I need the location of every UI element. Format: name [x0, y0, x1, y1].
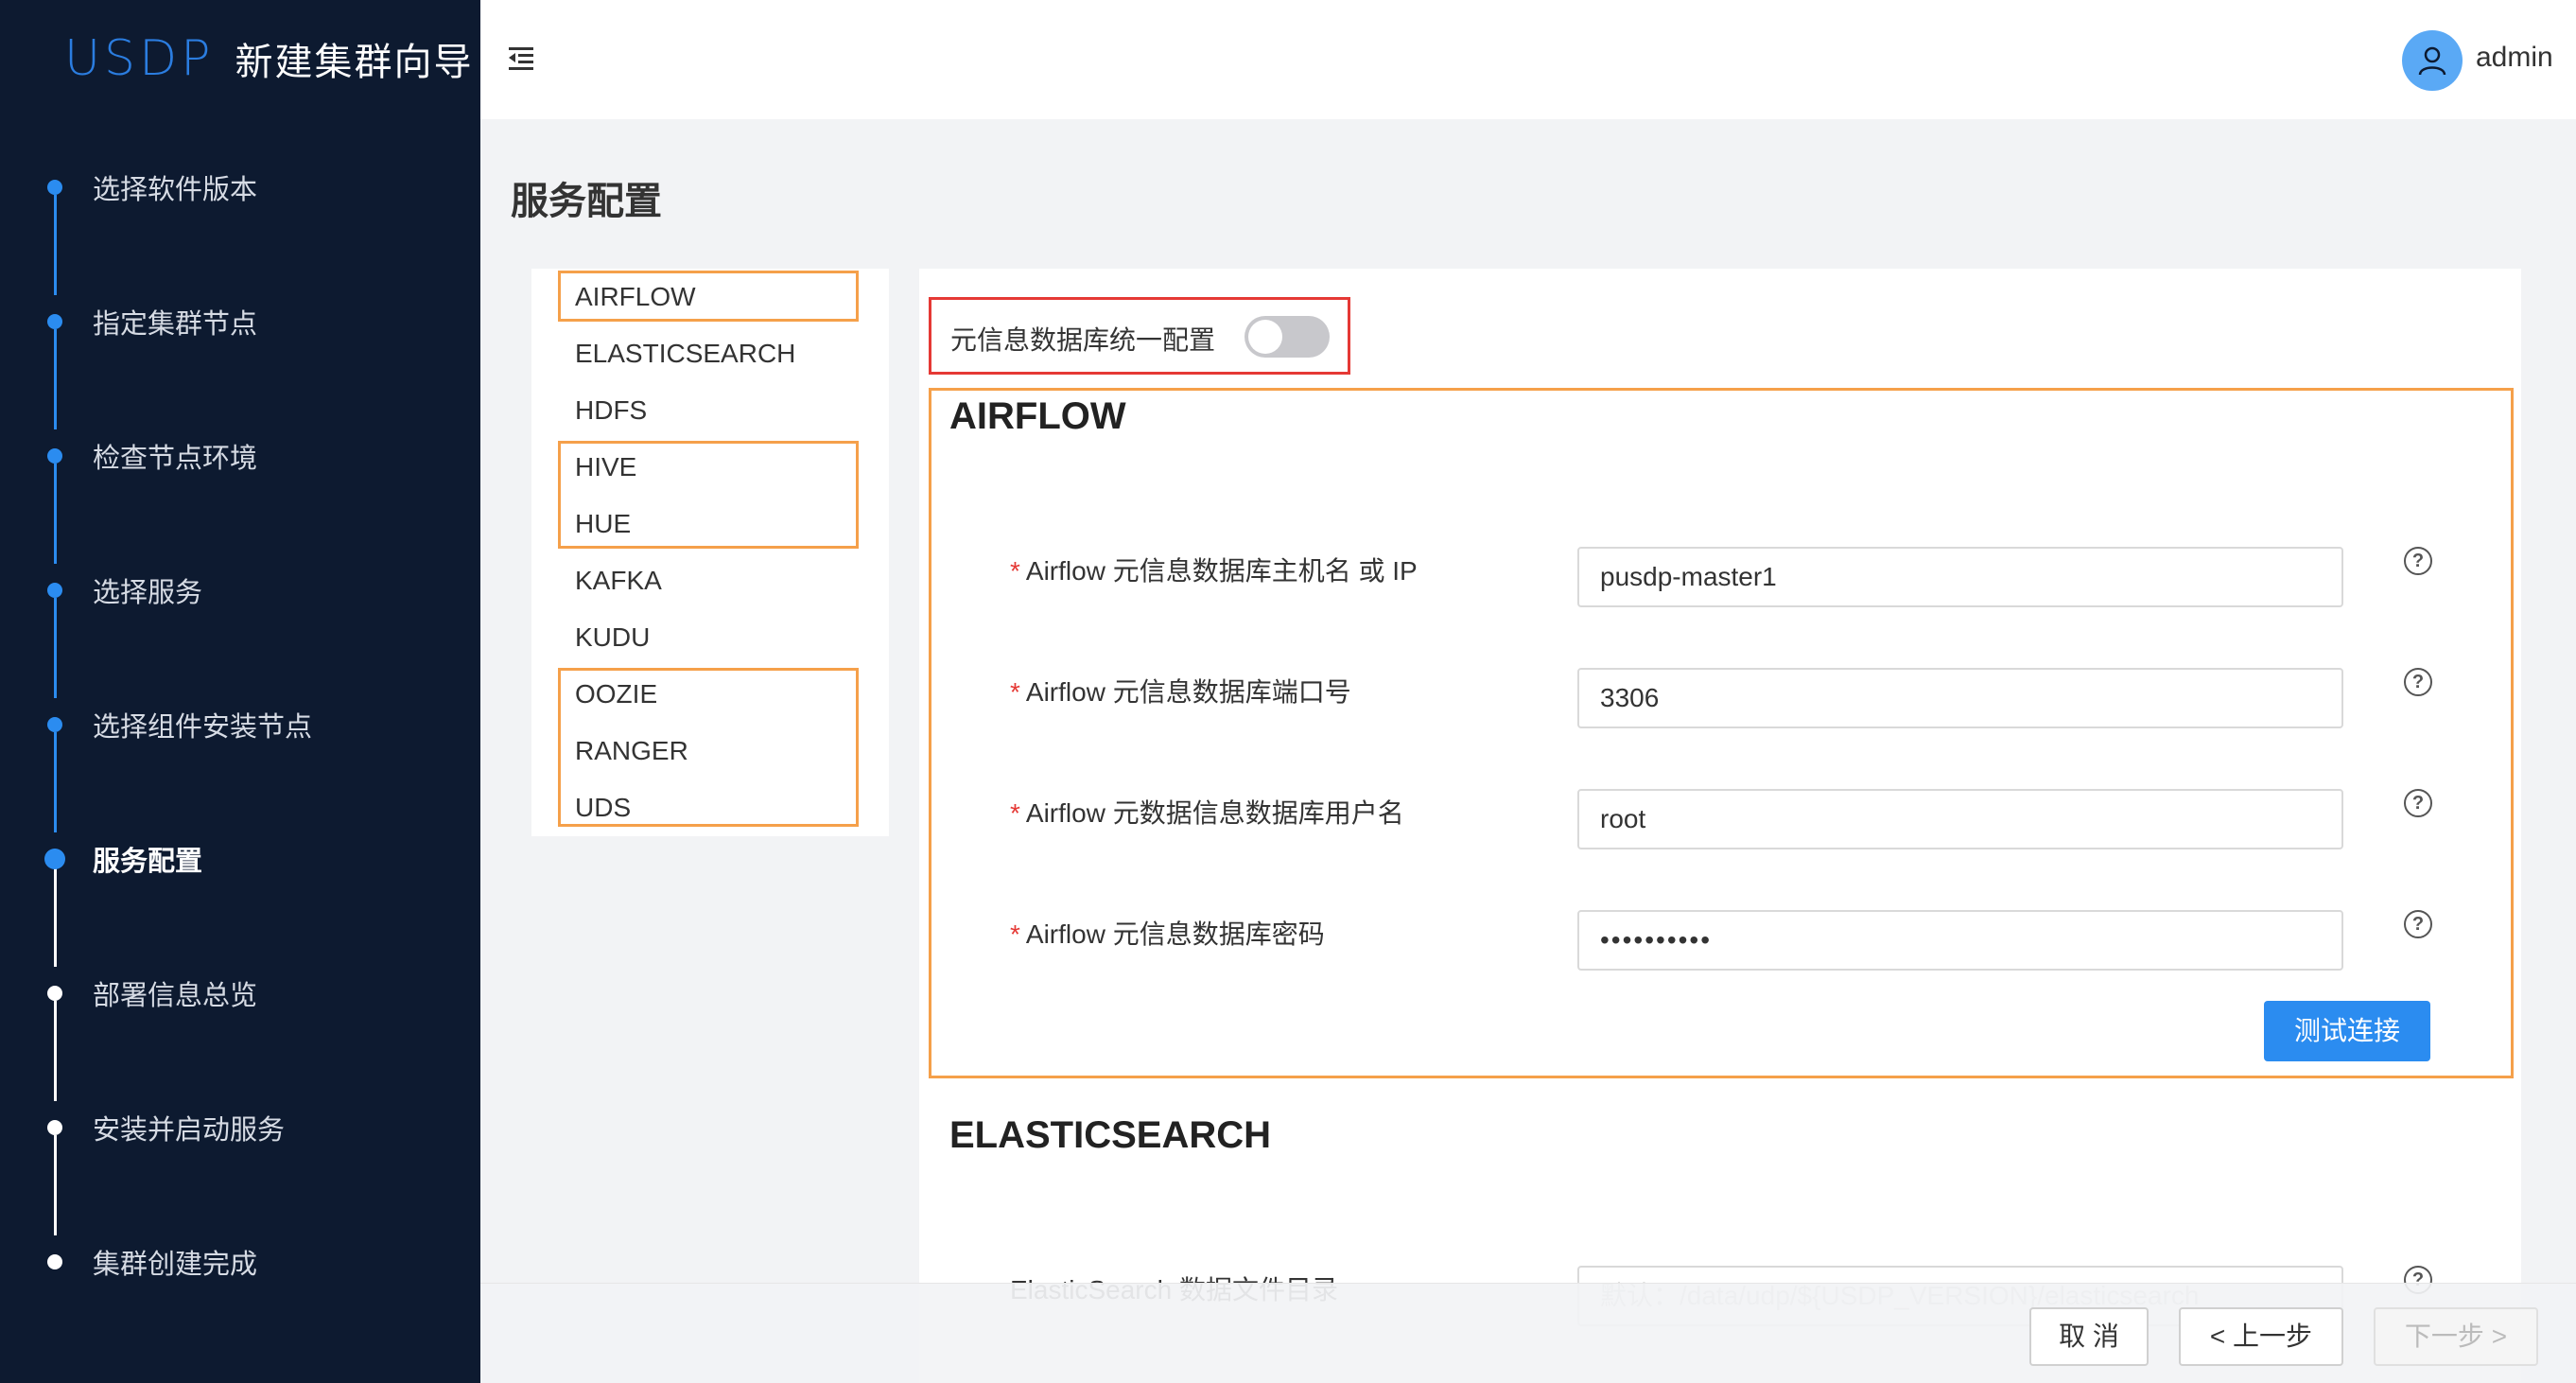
- step-dot-active: [44, 849, 65, 869]
- wizard-step-deploy-overview[interactable]: 部署信息总览: [0, 965, 480, 1022]
- help-icon[interactable]: ?: [2404, 668, 2432, 696]
- step-dot: [47, 986, 62, 1001]
- wizard-step-check-env[interactable]: 检查节点环境: [0, 428, 480, 484]
- highlight-box: [558, 271, 859, 322]
- unified-config-label: 元信息数据库统一配置: [950, 325, 1216, 355]
- unified-config-toggle[interactable]: [1244, 316, 1330, 358]
- sidebar: USDP 新建集群向导 选择软件版本 指定集群节点 检查节点环境 选择服务 选择…: [0, 0, 480, 1383]
- wizard-step-complete[interactable]: 集群创建完成: [0, 1234, 480, 1290]
- cancel-button[interactable]: 取 消: [2029, 1307, 2149, 1366]
- highlight-box: [929, 388, 2514, 1078]
- service-item-kudu[interactable]: KUDU: [575, 622, 650, 653]
- step-dot: [47, 314, 62, 329]
- wizard-step-select-services[interactable]: 选择服务: [0, 562, 480, 619]
- wizard-step-select-version[interactable]: 选择软件版本: [0, 159, 480, 216]
- airflow-db-password-input[interactable]: [1577, 910, 2343, 971]
- field-label: * Airflow 元数据信息数据库用户名: [1010, 798, 1404, 828]
- step-dot: [47, 180, 62, 195]
- wizard-step-install-start[interactable]: 安装并启动服务: [0, 1099, 480, 1156]
- user-icon: [2418, 46, 2446, 76]
- top-header: admin: [480, 0, 2576, 119]
- section-title-airflow: AIRFLOW: [949, 395, 1126, 437]
- step-label: 选择组件安装节点: [93, 712, 313, 743]
- next-step-button[interactable]: 下一步 >: [2374, 1307, 2538, 1366]
- prev-step-button[interactable]: < 上一步: [2179, 1307, 2343, 1366]
- test-connection-button[interactable]: 测试连接: [2264, 1001, 2430, 1061]
- step-dot: [47, 717, 62, 732]
- field-label: * Airflow 元信息数据库密码: [1010, 919, 1325, 949]
- help-icon[interactable]: ?: [2404, 547, 2432, 575]
- step-dot: [47, 583, 62, 598]
- logo-mark: USDP: [64, 30, 215, 87]
- menu-collapse-icon[interactable]: [509, 44, 533, 70]
- step-label: 部署信息总览: [93, 981, 258, 1011]
- service-item-elasticsearch[interactable]: ELASTICSEARCH: [575, 339, 795, 369]
- step-label-active: 服务配置: [93, 847, 203, 877]
- step-dot: [47, 448, 62, 464]
- step-label: 检查节点环境: [93, 444, 258, 474]
- wizard-step-service-config[interactable]: 服务配置: [0, 831, 480, 887]
- step-label: 指定集群节点: [93, 309, 258, 340]
- step-dot: [47, 1120, 62, 1135]
- section-title-elasticsearch: ELASTICSEARCH: [949, 1114, 1272, 1156]
- airflow-db-user-input[interactable]: [1577, 789, 2343, 849]
- service-item-kafka[interactable]: KAFKA: [575, 566, 662, 596]
- wizard-step-cluster-nodes[interactable]: 指定集群节点: [0, 293, 480, 350]
- airflow-db-port-input[interactable]: [1577, 668, 2343, 728]
- step-label: 集群创建完成: [93, 1250, 258, 1280]
- toggle-knob: [1248, 320, 1282, 354]
- username[interactable]: admin: [2476, 42, 2553, 74]
- page-title: 服务配置: [511, 181, 662, 222]
- wizard-title: 新建集群向导: [235, 42, 474, 83]
- airflow-db-host-input[interactable]: [1577, 547, 2343, 607]
- field-label: * Airflow 元信息数据库主机名 或 IP: [1010, 556, 1418, 586]
- step-label: 安装并启动服务: [93, 1115, 286, 1146]
- step-dot: [47, 1254, 62, 1269]
- highlight-box: [558, 441, 859, 549]
- field-label: * Airflow 元信息数据库端口号: [1010, 677, 1351, 707]
- wizard-step-component-nodes[interactable]: 选择组件安装节点: [0, 696, 480, 753]
- step-label: 选择软件版本: [93, 175, 258, 205]
- help-icon[interactable]: ?: [2404, 789, 2432, 817]
- user-avatar[interactable]: [2402, 30, 2463, 91]
- help-icon[interactable]: ?: [2404, 910, 2432, 938]
- highlight-box: [558, 668, 859, 827]
- step-label: 选择服务: [93, 578, 203, 608]
- service-item-hdfs[interactable]: HDFS: [575, 395, 647, 426]
- logo: USDP 新建集群向导: [64, 30, 474, 87]
